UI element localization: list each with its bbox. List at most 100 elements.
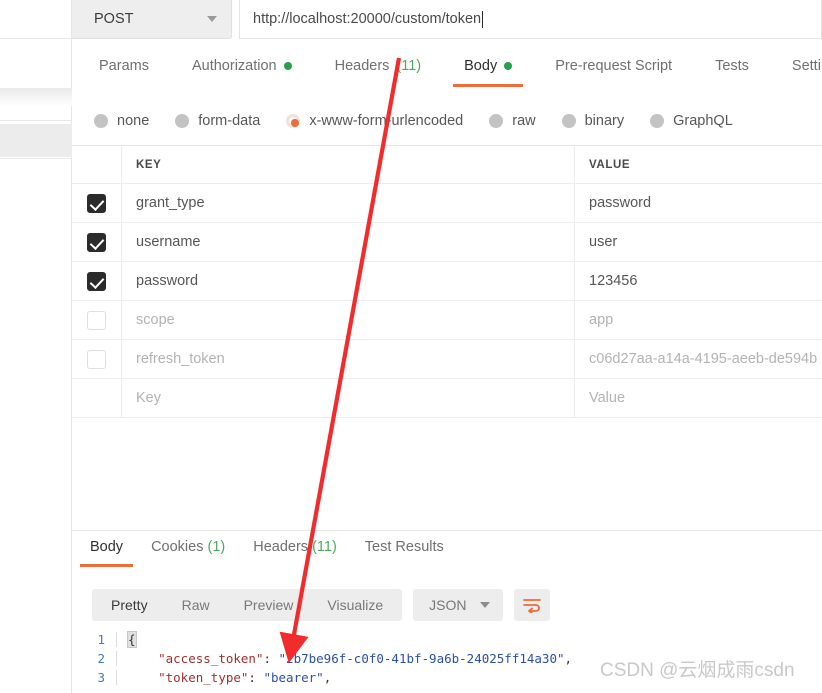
mode-label: Raw: [181, 597, 210, 613]
tab-label: Body: [90, 539, 124, 555]
json-key: "access_token": [158, 651, 264, 666]
table-row-empty[interactable]: Key Value: [72, 379, 822, 418]
body-type-radio-group: none form-data x-www-form-urlencoded raw…: [72, 106, 822, 136]
postman-window: POST http://localhost:20000/custom/token…: [0, 0, 822, 693]
tab-badge: (11): [312, 539, 337, 555]
radio-icon: [175, 114, 190, 128]
chevron-down-icon: [479, 602, 490, 608]
checkbox-checked-icon[interactable]: [87, 271, 106, 291]
row-checkbox-cell[interactable]: [72, 262, 122, 300]
response-tab-test-results[interactable]: Test Results: [355, 536, 454, 567]
row-checkbox-cell[interactable]: [72, 340, 122, 378]
response-format-select[interactable]: JSON: [413, 589, 503, 621]
row-value[interactable]: app: [575, 301, 822, 339]
new-key-input[interactable]: Key: [122, 379, 575, 417]
word-wrap-icon: [522, 599, 541, 613]
row-checkbox-cell[interactable]: [72, 223, 122, 261]
row-key[interactable]: password: [122, 262, 575, 300]
http-method-select[interactable]: POST: [72, 0, 232, 39]
row-key[interactable]: grant_type: [122, 184, 575, 222]
table-row[interactable]: password 123456: [72, 262, 822, 301]
checkbox-unchecked-icon[interactable]: [87, 310, 106, 330]
tab-pre-request-script[interactable]: Pre-request Script: [544, 55, 683, 87]
json-comma: ,: [564, 651, 573, 666]
tab-label: Cookies: [151, 539, 204, 555]
row-checkbox-cell[interactable]: [72, 301, 122, 339]
body-type-binary[interactable]: binary: [561, 113, 624, 129]
code-line: 1 {: [72, 630, 822, 649]
radio-label: x-www-form-urlencoded: [309, 113, 464, 129]
table-row[interactable]: scope app: [72, 301, 822, 340]
tab-headers[interactable]: Headers (11): [324, 55, 433, 87]
sidebar-divider: [0, 38, 72, 39]
header-value: VALUE: [589, 158, 631, 171]
response-tab-body[interactable]: Body: [80, 536, 134, 567]
table-row[interactable]: grant_type password: [72, 184, 822, 223]
table-row[interactable]: username user: [72, 223, 822, 262]
view-mode-preview[interactable]: Preview: [227, 591, 311, 619]
row-key[interactable]: refresh_token: [122, 340, 575, 378]
tab-label: Authorization: [191, 58, 277, 74]
row-value[interactable]: password: [575, 184, 822, 222]
tab-params[interactable]: Params: [88, 55, 160, 87]
word-wrap-button[interactable]: [513, 589, 550, 621]
view-mode-pretty[interactable]: Pretty: [94, 591, 165, 619]
body-type-none[interactable]: none: [94, 113, 149, 129]
view-mode-visualize[interactable]: Visualize: [310, 591, 400, 619]
row-key[interactable]: scope: [122, 301, 575, 339]
body-params-table: KEY VALUE grant_type password username u…: [72, 145, 822, 418]
table-row[interactable]: refresh_token c06d27aa-a14a-4195-aeeb-de…: [72, 340, 822, 379]
tab-authorization[interactable]: Authorization: [181, 55, 303, 87]
response-tab-bar: Body Cookies (1) Headers (11) Test Resul…: [72, 536, 822, 572]
radio-icon: [561, 114, 576, 128]
row-value[interactable]: user: [575, 223, 822, 261]
http-method-value: POST: [94, 11, 134, 27]
text-cursor: [482, 10, 484, 28]
tab-label: Pre-request Script: [555, 58, 673, 74]
tab-tests[interactable]: Tests: [704, 55, 760, 87]
status-dot-icon: [504, 62, 513, 70]
row-key[interactable]: username: [122, 223, 575, 261]
sidebar-item-selected[interactable]: [0, 124, 72, 157]
header-key: KEY: [122, 146, 575, 183]
radio-label: form-data: [198, 113, 261, 129]
row-value[interactable]: c06d27aa-a14a-4195-aeeb-de594b: [575, 340, 822, 378]
line-number: 3: [97, 670, 105, 685]
sidebar-hover-strip[interactable]: [0, 88, 72, 106]
json-colon: :: [248, 670, 264, 685]
row-checkbox-cell[interactable]: [72, 184, 122, 222]
tab-label: Headers: [334, 58, 390, 74]
url-input[interactable]: http://localhost:20000/custom/token: [239, 0, 822, 39]
body-type-x-www-form-urlencoded[interactable]: x-www-form-urlencoded: [286, 113, 463, 129]
line-number: 1: [97, 632, 105, 647]
checkbox-unchecked-icon[interactable]: [87, 349, 106, 369]
radio-icon: [489, 114, 504, 128]
mode-label: Pretty: [111, 597, 148, 613]
body-type-raw[interactable]: raw: [489, 113, 536, 129]
view-mode-raw[interactable]: Raw: [165, 591, 227, 619]
checkbox-checked-icon[interactable]: [87, 193, 106, 213]
tab-body[interactable]: Body: [453, 55, 524, 87]
new-value-input[interactable]: Value: [575, 379, 822, 417]
radio-label: none: [117, 113, 150, 129]
response-tab-cookies[interactable]: Cookies (1): [141, 536, 235, 567]
radio-icon: [650, 114, 665, 128]
tab-badge: (11): [396, 58, 422, 74]
tab-label: Headers: [253, 539, 309, 555]
sidebar-divider: [0, 158, 72, 159]
checkbox-checked-icon[interactable]: [87, 232, 106, 252]
format-value: JSON: [429, 597, 467, 613]
tab-settings[interactable]: Setti: [781, 55, 822, 87]
header-checkbox-cell: [72, 146, 122, 183]
radio-label: GraphQL: [673, 113, 733, 129]
row-value[interactable]: 123456: [575, 262, 822, 300]
row-checkbox-cell: [72, 379, 122, 417]
response-tab-headers[interactable]: Headers (11): [243, 536, 347, 567]
tab-label: Setti: [791, 58, 821, 74]
body-type-form-data[interactable]: form-data: [175, 113, 260, 129]
sidebar-divider: [0, 120, 72, 121]
body-type-graphql[interactable]: GraphQL: [650, 113, 733, 129]
request-pane: POST http://localhost:20000/custom/token…: [72, 0, 822, 693]
